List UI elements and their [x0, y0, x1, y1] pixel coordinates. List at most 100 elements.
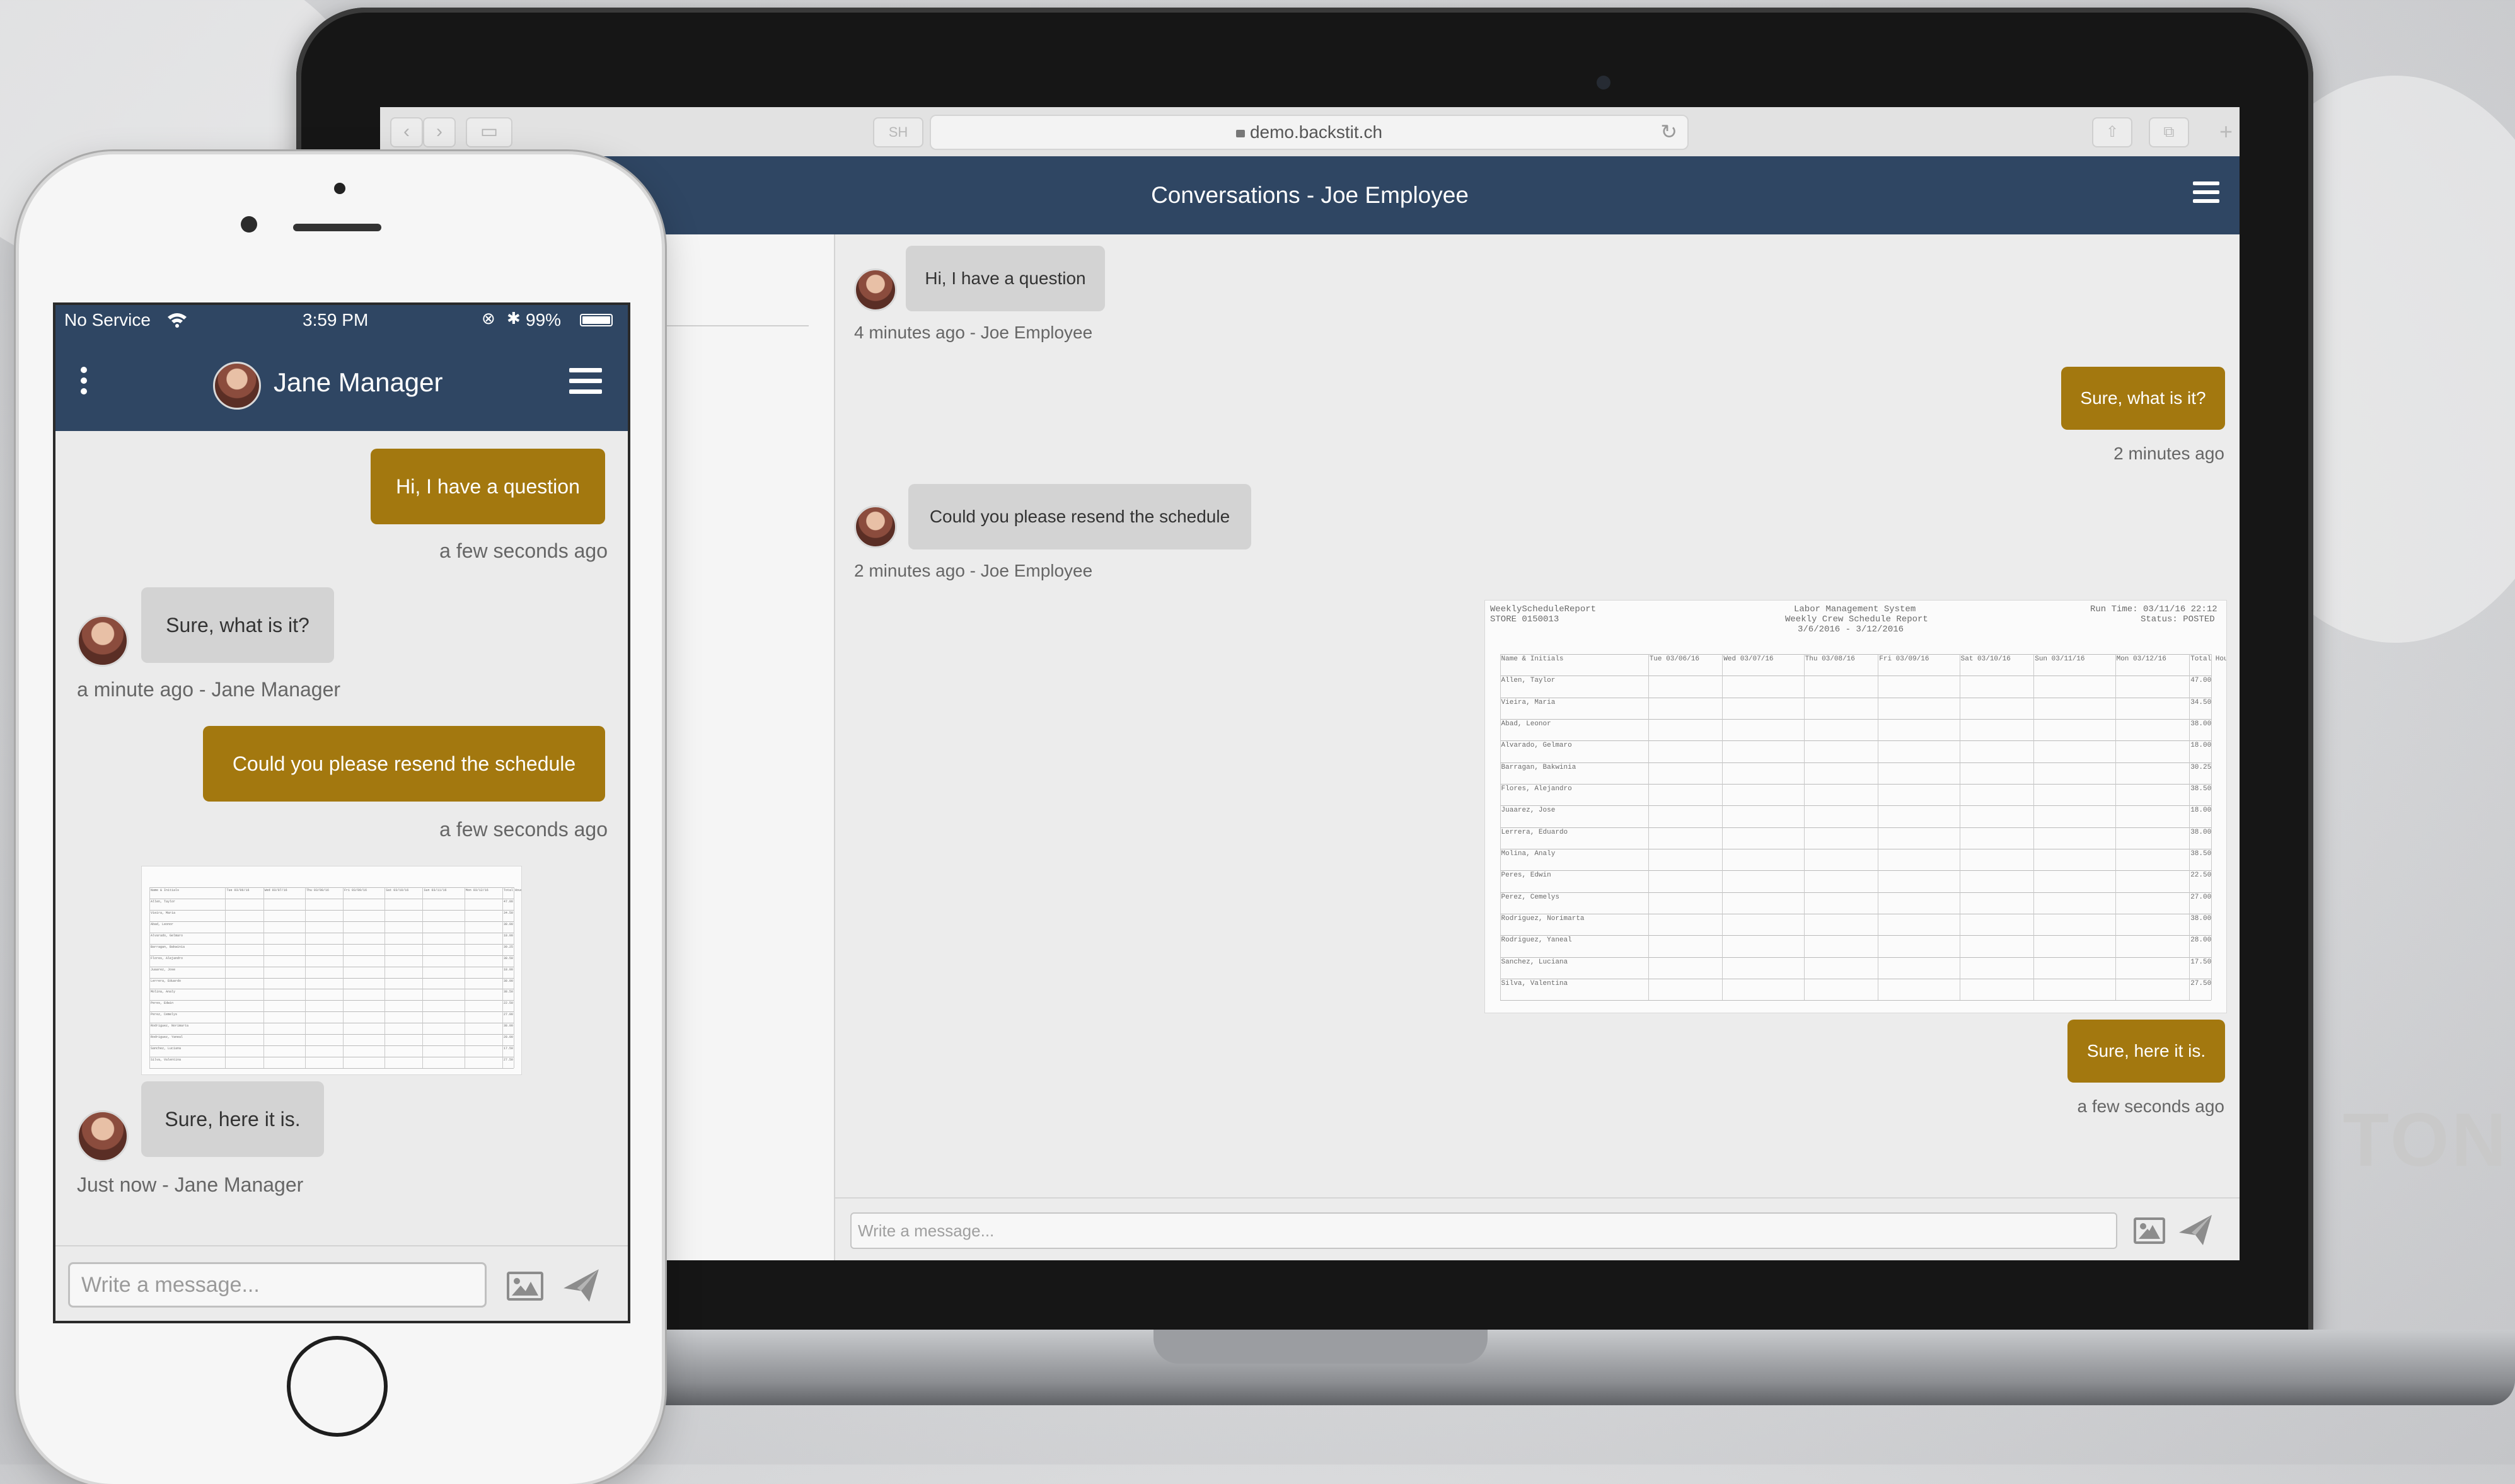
image-icon[interactable]	[507, 1272, 543, 1301]
schedule-employee-name: Molina, Analy	[151, 990, 176, 994]
schedule-row-line	[149, 1034, 514, 1035]
schedule-total-hours: 47.00	[503, 899, 513, 904]
tabs-button[interactable]: ⧉	[2149, 117, 2189, 147]
laptop-camera	[1597, 76, 1610, 89]
schedule-employee-name: Peres, Edwin	[1501, 871, 1551, 880]
schedule-employee-name: Vieira, Maria	[1501, 698, 1556, 706]
sidebar-toggle-button[interactable]: ▭	[466, 117, 512, 147]
schedule-row-line	[149, 1068, 514, 1069]
schedule-attachment-image[interactable]: Name & Initials Tue 03/06/16 Wed 03/07/16 T…	[141, 866, 522, 1075]
schedule-employee-name: Abad, Leonor	[1501, 720, 1551, 728]
schedule-row-line	[1500, 805, 2212, 807]
schedule-row-line	[1500, 1000, 2212, 1001]
schedule-total-hours: 34.50	[503, 911, 513, 915]
schedule-row-line	[1500, 719, 2212, 720]
schedule-header-cell: Sat 03/10/16	[386, 889, 409, 892]
carrier-text: No Service	[64, 310, 151, 330]
schedule-column-line	[2033, 654, 2035, 1001]
schedule-employee-name: Sanchez, Luciana	[151, 1047, 182, 1051]
message-composer	[55, 1245, 628, 1321]
more-options-icon[interactable]	[81, 367, 87, 399]
report-system: Labor Management System	[1794, 604, 1916, 614]
message-meta: 2 minutes ago - Joe Employee	[854, 561, 1093, 580]
schedule-column-line	[384, 887, 386, 1069]
schedule-employee-name: Abad, Leonor	[151, 922, 174, 926]
schedule-attachment-image[interactable]: WeeklyScheduleReport STORE 0150013 Labor…	[1484, 600, 2227, 1013]
message-bubble: Sure, here it is.	[141, 1081, 324, 1157]
new-tab-icon[interactable]: +	[2219, 118, 2233, 145]
schedule-total-hours: 38.00	[2190, 915, 2212, 923]
schedule-row-line	[149, 1011, 514, 1013]
laptop-hinge-notch	[1153, 1330, 1488, 1364]
schedule-total-hours: 27.50	[503, 1058, 513, 1062]
schedule-total-hours: 38.00	[503, 979, 513, 983]
address-bar[interactable]: demo.backstit.ch ↻	[930, 115, 1689, 150]
schedule-row-line	[149, 1045, 514, 1047]
schedule-header-cell: Sat 03/10/16	[1960, 655, 2011, 664]
schedule-employee-name: Rodriguez, Yaneal	[151, 1035, 183, 1040]
schedule-total-hours: 38.00	[2190, 720, 2212, 728]
message-bubble: Hi, I have a question	[906, 246, 1105, 311]
schedule-total-hours: 18.00	[503, 933, 513, 938]
schedule-column-line	[2189, 654, 2190, 1001]
forward-button[interactable]: ›	[423, 117, 456, 147]
bluetooth-icon: ✱	[507, 309, 521, 328]
schedule-employee-name: Flores, Alejandro	[1501, 785, 1572, 793]
schedule-total-hours: 34.50	[2190, 698, 2212, 706]
avatar	[77, 1110, 129, 1162]
background-watermark: TON	[2342, 1098, 2509, 1182]
message-bubble: Could you please resend the schedule	[908, 484, 1251, 549]
schedule-employee-name: Vieira, Maria	[151, 911, 176, 915]
schedule-row-line	[149, 955, 514, 956]
schedule-total-hours: 17.50	[503, 1047, 513, 1051]
schedule-row-line	[1500, 827, 2212, 828]
message-meta: a minute ago - Jane Manager	[77, 678, 341, 701]
schedule-column-line	[263, 887, 264, 1069]
schedule-header-cell: Sun 03/11/16	[424, 889, 447, 892]
schedule-employee-name: Barragan, Bakwinia	[151, 945, 185, 949]
schedule-total-hours: 38.50	[503, 990, 513, 994]
back-button[interactable]: ‹	[390, 117, 423, 147]
schedule-column-line	[343, 887, 344, 1069]
schedule-header-cell: Thu 03/08/16	[1805, 655, 1855, 664]
schedule-total-hours: 28.00	[503, 1035, 513, 1040]
schedule-row-line	[149, 909, 514, 911]
schedule-header-cell: Wed 03/07/16	[264, 889, 287, 892]
schedule-employee-name: Silva, Valentina	[1501, 980, 1568, 988]
chat-panel: Hi, I have a question 4 minutes ago - Jo…	[835, 234, 2240, 1260]
schedule-row-line	[149, 977, 514, 979]
schedule-employee-name: Juaarez, Jose	[1501, 807, 1556, 815]
schedule-employee-name: Perez, Cemelys	[1501, 893, 1559, 901]
schedule-total-hours: 38.00	[503, 922, 513, 926]
schedule-column-line	[2211, 654, 2212, 1001]
message-input[interactable]	[850, 1212, 2117, 1249]
status-bar: No Service 3:59 PM ⊗ ✱ 99%	[55, 305, 628, 334]
tab-badge[interactable]: SH	[873, 117, 923, 147]
menu-icon[interactable]	[2193, 181, 2219, 208]
message-meta: 4 minutes ago - Joe Employee	[854, 323, 1093, 342]
message-meta: Just now - Jane Manager	[77, 1173, 304, 1196]
schedule-column-line	[304, 887, 306, 1069]
schedule-total-hours: 27.00	[503, 1013, 513, 1017]
schedule-employee-name: Alvarado, Gelmaro	[1501, 742, 1572, 750]
schedule-column-line	[502, 887, 503, 1069]
schedule-total-hours: 17.50	[2190, 958, 2212, 966]
home-button[interactable]	[287, 1336, 388, 1437]
schedule-employee-name: Rodriguez, Norimarta	[151, 1024, 189, 1028]
message-input[interactable]	[68, 1262, 487, 1308]
schedule-employee-name: Allen, Taylor	[1501, 677, 1556, 685]
phone-speaker	[293, 224, 381, 231]
send-icon[interactable]	[562, 1268, 600, 1303]
reload-icon[interactable]: ↻	[1660, 120, 1677, 144]
schedule-column-line	[1722, 654, 1723, 1001]
message-bubble: Sure, here it is.	[2067, 1020, 2225, 1083]
schedule-column-line	[422, 887, 424, 1069]
battery-icon	[580, 314, 613, 326]
share-button[interactable]: ⇧	[2092, 117, 2132, 147]
schedule-row-line	[1500, 870, 2212, 871]
image-icon[interactable]	[2134, 1217, 2165, 1244]
send-icon[interactable]	[2178, 1214, 2213, 1246]
avatar	[77, 615, 129, 667]
menu-icon[interactable]	[569, 368, 602, 399]
message-bubble: Hi, I have a question	[371, 449, 605, 524]
